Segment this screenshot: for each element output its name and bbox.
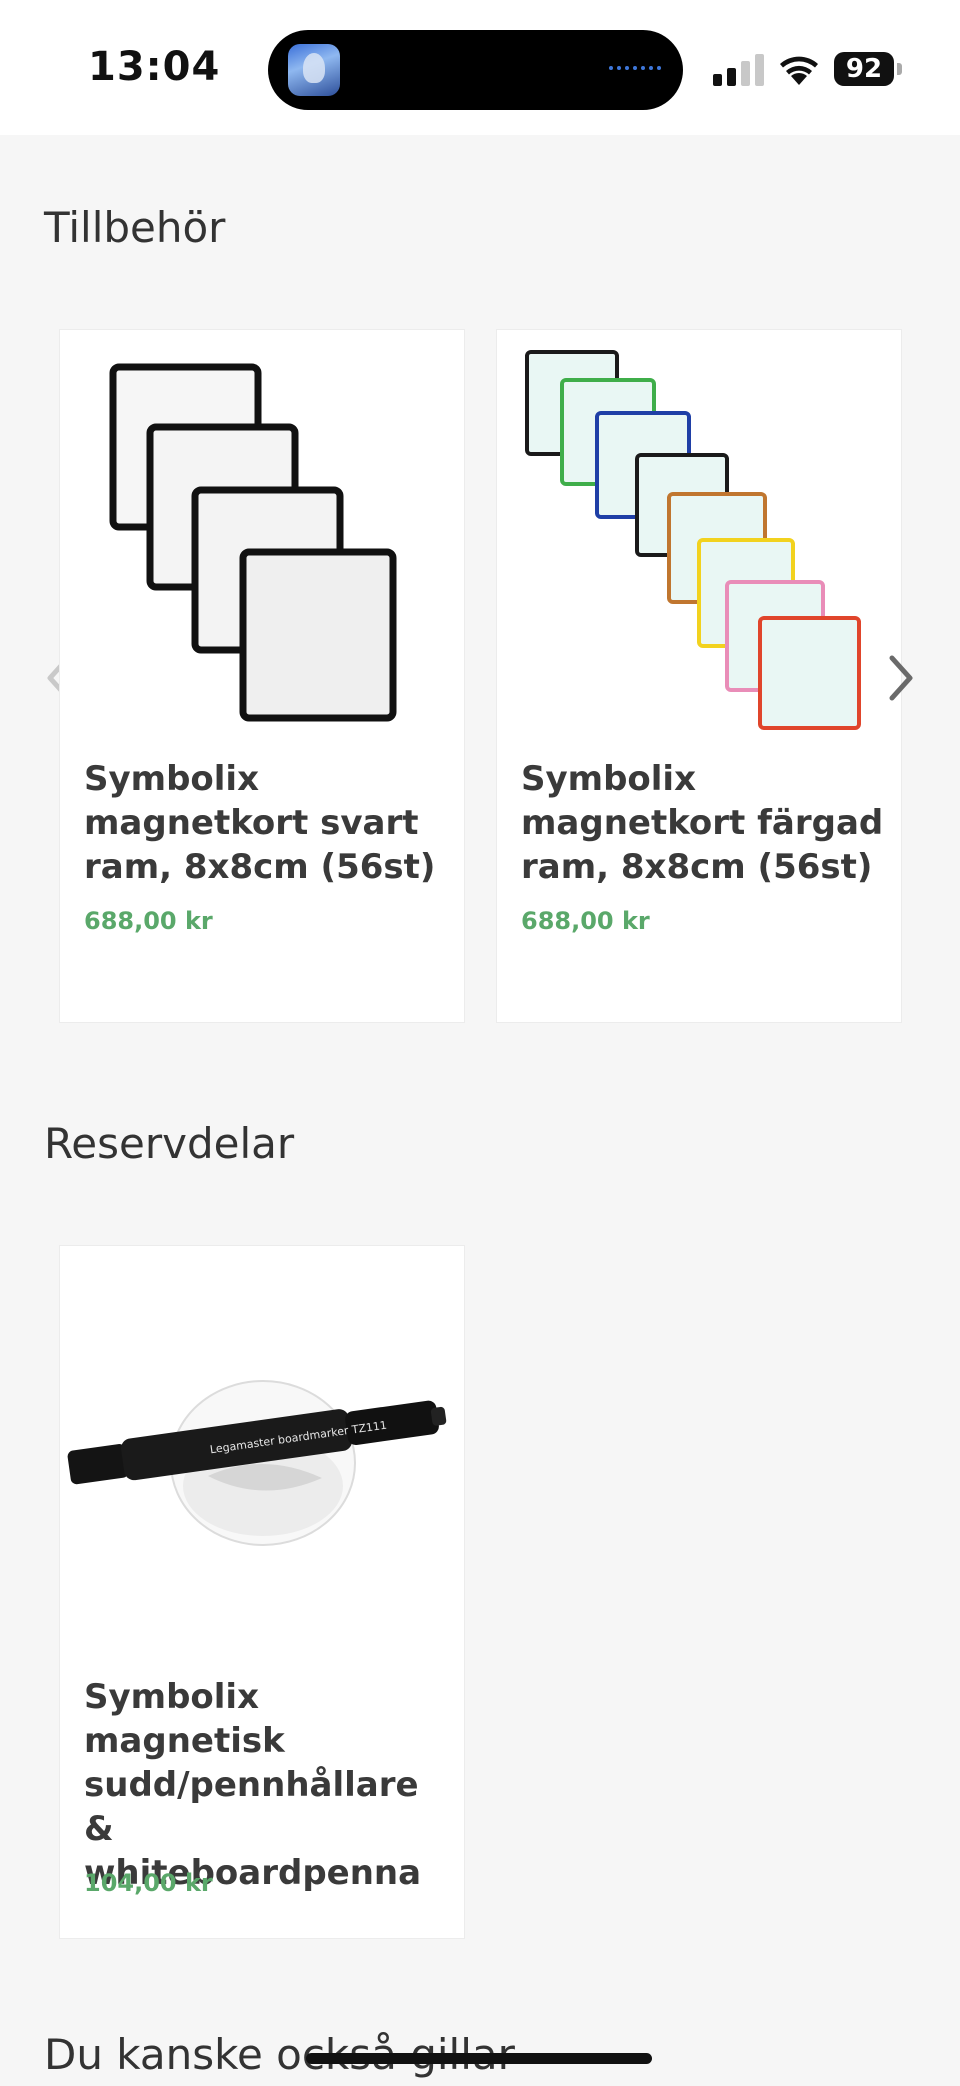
section-title-accessories: Tillbehör: [44, 203, 226, 252]
audio-waveform-icon: [609, 66, 661, 70]
signal-icon: [713, 54, 764, 86]
now-playing-artwork-icon[interactable]: [288, 44, 340, 96]
chevron-right-icon[interactable]: [880, 648, 920, 708]
product-price: 104,00 kr: [84, 1869, 213, 1897]
eraser-marker-image: Legamaster boardmarker TZ111: [67, 1380, 447, 1546]
product-card[interactable]: Legamaster boardmarker TZ111 Symbolix ma…: [59, 1245, 465, 1939]
battery-cap: [897, 63, 902, 75]
battery-icon: 92: [834, 52, 894, 86]
wifi-icon: [780, 56, 818, 85]
product-price: 688,00 kr: [521, 907, 650, 935]
status-time: 13:04: [88, 44, 221, 90]
product-title[interactable]: Symbolix magnetkort svart ram, 8x8cm (56…: [84, 757, 454, 889]
product-title[interactable]: Symbolix magnetisk sudd/pennhållare & wh…: [84, 1675, 454, 1895]
product-title[interactable]: Symbolix magnetkort färgad ram, 8x8cm (5…: [521, 757, 891, 889]
product-card[interactable]: Symbolix magnetkort färgad ram, 8x8cm (5…: [496, 329, 902, 1023]
section-title-spare-parts: Reservdelar: [44, 1119, 295, 1168]
status-bar: 13:04 92: [0, 0, 960, 135]
home-indicator[interactable]: [306, 2053, 652, 2064]
product-price: 688,00 kr: [84, 907, 213, 935]
colored-frame-magnet-cards-image: [525, 350, 861, 730]
black-frame-magnet-cards-image: [109, 363, 397, 722]
product-card[interactable]: Symbolix magnetkort svart ram, 8x8cm (56…: [59, 329, 465, 1023]
dynamic-island[interactable]: [268, 30, 683, 110]
